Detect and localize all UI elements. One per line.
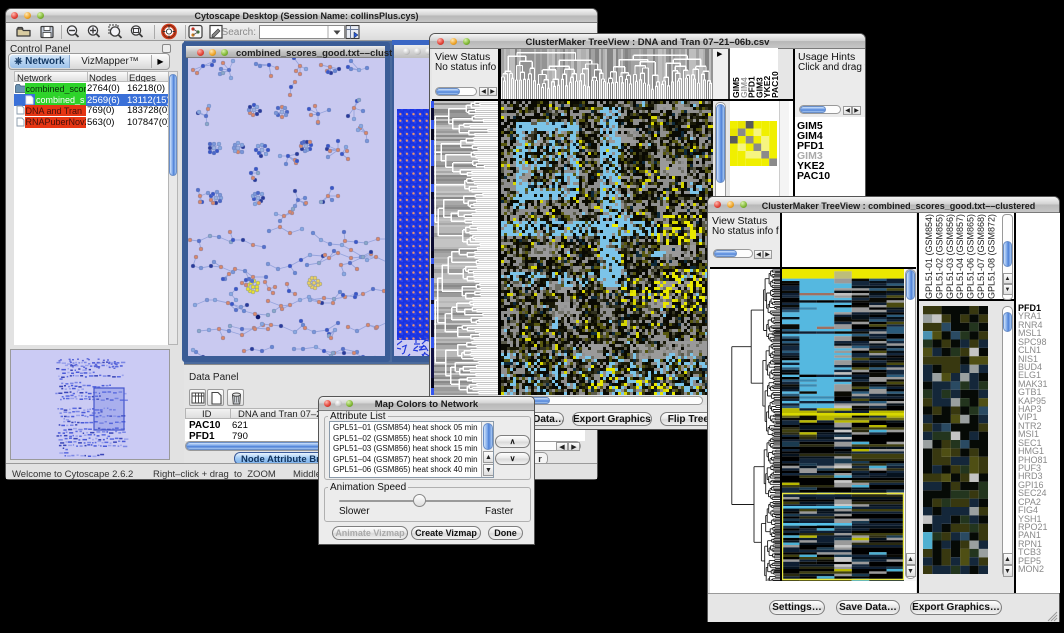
svg-text:GPL51-01 (GSM854): GPL51-01 (GSM854) xyxy=(924,214,934,299)
svg-text:GPL51-03 (GSM856): GPL51-03 (GSM856) xyxy=(945,214,955,299)
svg-text:GPL51-04 (GSM857): GPL51-04 (GSM857) xyxy=(955,214,965,299)
svg-text:GPL51-08 (GSM872): GPL51-08 (GSM872) xyxy=(986,214,996,299)
svg-text:GPL51-06 (GSM865): GPL51-06 (GSM865) xyxy=(966,214,976,299)
svg-text:GPL51-07 (GSM868): GPL51-07 (GSM868) xyxy=(976,214,986,299)
svg-text:GPL51-02 (GSM855): GPL51-02 (GSM855) xyxy=(934,214,944,299)
svg-text:Search:: Search: xyxy=(222,27,256,38)
svg-text:PAC10: PAC10 xyxy=(770,71,778,98)
